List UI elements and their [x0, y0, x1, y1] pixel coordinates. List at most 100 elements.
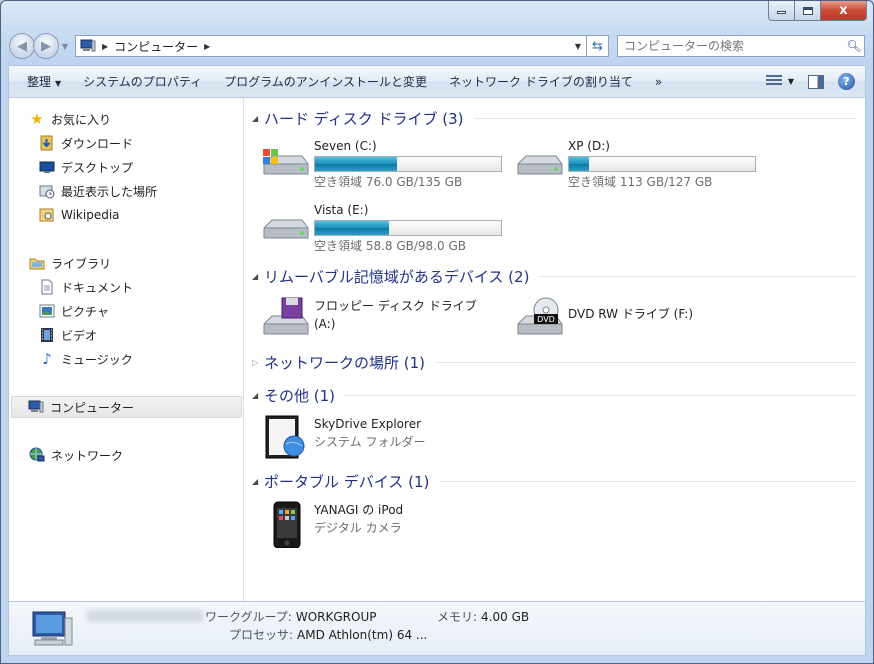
- drive-tile-e[interactable]: Vista (E:) 空き領域 58.8 GB/98.0 GB: [260, 202, 502, 254]
- drive-tile-c[interactable]: Seven (C:) 空き領域 76.0 GB/135 GB: [260, 138, 502, 190]
- view-details-icon: [765, 74, 782, 89]
- address-bar[interactable]: ▶ コンピューター ▶ ▼: [75, 35, 587, 57]
- uninstall-program-button[interactable]: プログラムのアンインストールと変更: [216, 73, 441, 90]
- drive-info: XP (D:) 空き領域 113 GB/127 GB: [568, 138, 756, 190]
- command-bar: 整理 ▼ システムのプロパティ プログラムのアンインストールと変更 ネットワーク …: [8, 65, 866, 97]
- forward-arrow-icon: ▶: [41, 38, 51, 54]
- collapse-triangle-icon: ◢: [252, 271, 259, 281]
- back-button[interactable]: ◀: [9, 33, 35, 59]
- refresh-button[interactable]: ⇆: [587, 35, 609, 57]
- dvd-drive-tile[interactable]: DVD DVD RW ドライブ (F:): [514, 296, 693, 344]
- computer-icon: [28, 399, 44, 415]
- sidebar-item-wikipedia[interactable]: Wikipedia: [39, 204, 120, 226]
- processor-label: プロセッサ:: [229, 628, 294, 642]
- sidebar-item-label: ミュージック: [61, 352, 133, 367]
- group-header-network[interactable]: ▷ ネットワークの場所 (1): [252, 352, 857, 372]
- more-commands-button[interactable]: »: [647, 75, 676, 89]
- recent-places-icon: [39, 183, 55, 199]
- group-divider: [345, 394, 857, 396]
- computer-name-redacted: [87, 610, 203, 622]
- drive-name: Seven (C:): [314, 139, 377, 153]
- minimize-icon: [777, 11, 786, 14]
- caption-buttons: x: [768, 1, 867, 21]
- sidebar-item-label: Wikipedia: [61, 208, 120, 222]
- drive-tile-d[interactable]: XP (D:) 空き領域 113 GB/127 GB: [514, 138, 756, 190]
- ipod-device-icon: [273, 501, 301, 548]
- close-button[interactable]: x: [821, 1, 867, 21]
- command-bar-right: ▼ ?: [765, 73, 865, 90]
- breadcrumb-chevron-icon[interactable]: ▶: [204, 42, 210, 51]
- desktop-icon: [39, 159, 55, 175]
- sidebar-item-recent-places[interactable]: 最近表示した場所: [39, 180, 157, 202]
- sidebar-item-music[interactable]: ♪ ミュージック: [39, 348, 133, 370]
- drive-info: Seven (C:) 空き領域 76.0 GB/135 GB: [314, 138, 502, 190]
- sidebar-item-computer[interactable]: コンピューター: [11, 396, 242, 418]
- sidebar-item-videos[interactable]: ビデオ: [39, 324, 97, 346]
- sidebar-item-desktop[interactable]: デスクトップ: [39, 156, 133, 178]
- device-name-line2: (A:): [314, 317, 336, 331]
- breadcrumb-separator-icon[interactable]: ▶: [102, 42, 108, 51]
- workgroup-row: ワークグループ: WORKGROUP: [205, 608, 376, 625]
- hard-drive-windows-icon: [263, 149, 309, 175]
- sidebar-item-label: ダウンロード: [61, 136, 134, 151]
- recent-pages-dropdown[interactable]: ▼: [59, 42, 71, 51]
- sidebar-item-label: ライブラリ: [51, 256, 112, 271]
- breadcrumb-computer[interactable]: コンピューター: [114, 38, 198, 55]
- address-dropdown-icon[interactable]: ▼: [570, 36, 586, 56]
- help-icon[interactable]: ?: [838, 73, 855, 90]
- processor-row: プロセッサ: AMD Athlon(tm) 64 ...: [229, 626, 427, 643]
- sidebar-item-label: お気に入り: [51, 112, 112, 127]
- forward-button[interactable]: ▶: [33, 33, 59, 59]
- organize-label: 整理: [27, 75, 52, 89]
- sidebar-item-documents[interactable]: ドキュメント: [39, 276, 133, 298]
- group-header-hdd[interactable]: ◢ ハード ディスク ドライブ (3): [252, 108, 857, 128]
- search-icon[interactable]: 🔍︎: [844, 39, 864, 53]
- sidebar-item-downloads[interactable]: ダウンロード: [39, 132, 133, 154]
- close-icon: x: [839, 3, 848, 18]
- downloads-folder-icon: [39, 135, 55, 151]
- floppy-drive-tile[interactable]: フロッピー ディスク ドライブ (A:): [260, 296, 477, 344]
- ipod-tile[interactable]: YANAGI の iPod デジタル カメラ: [260, 500, 403, 548]
- video-icon: [39, 327, 55, 343]
- preview-pane-icon[interactable]: [808, 74, 824, 89]
- memory-row: メモリ: 4.00 GB: [437, 608, 529, 625]
- change-view-button[interactable]: ▼: [765, 74, 794, 89]
- explorer-window: x ◀ ▶ ▼ ▶ コンピューター ▶ ▼ ⇆ 🔍︎ 整理▼ システムのプロパテ…: [0, 0, 874, 664]
- map-network-drive-button[interactable]: ネットワーク ドライブの割り当て: [441, 73, 647, 90]
- skydrive-folder-icon: [265, 415, 305, 459]
- back-arrow-icon: ◀: [17, 38, 27, 54]
- search-input[interactable]: [624, 39, 844, 53]
- drive-usage-bar: [568, 156, 756, 172]
- group-title: その他 (1): [264, 386, 336, 405]
- group-divider: [435, 361, 857, 363]
- group-header-other[interactable]: ◢ その他 (1): [252, 385, 857, 405]
- organize-button[interactable]: 整理 ▼: [19, 73, 75, 90]
- folder-type: システム フォルダー: [314, 435, 426, 449]
- system-properties-button[interactable]: システムのプロパティ: [75, 73, 216, 90]
- group-header-portable[interactable]: ◢ ポータブル デバイス (1): [252, 471, 857, 491]
- sidebar-item-network[interactable]: ネットワーク: [29, 444, 123, 466]
- sidebar-item-favorites[interactable]: ★ お気に入り: [29, 108, 111, 130]
- drive-usage-fill: [315, 221, 390, 235]
- sidebar-item-pictures[interactable]: ピクチャ: [39, 300, 109, 322]
- collapse-triangle-icon: ◢: [252, 113, 259, 123]
- wikipedia-folder-icon: [39, 207, 55, 223]
- search-box[interactable]: 🔍︎: [617, 35, 865, 57]
- minimize-button[interactable]: [768, 1, 795, 21]
- library-icon: [29, 255, 45, 271]
- chevron-down-icon: ▼: [55, 79, 62, 88]
- maximize-button[interactable]: [795, 1, 821, 21]
- drive-free-space: 空き領域 76.0 GB/135 GB: [314, 175, 463, 189]
- sidebar-item-label: ピクチャ: [61, 304, 109, 319]
- sidebar-item-label: デスクトップ: [61, 160, 134, 175]
- dvd-badge-text: DVD: [537, 315, 555, 324]
- navigation-pane: ★ お気に入り ダウンロード デスクトップ 最近表示した場所 Wikipedia…: [8, 97, 244, 603]
- group-header-removable[interactable]: ◢ リムーバブル記憶域があるデバイス (2): [252, 266, 857, 286]
- document-icon: [39, 279, 55, 295]
- device-name-line1: フロッピー ディスク ドライブ: [314, 299, 477, 313]
- skydrive-tile[interactable]: SkyDrive Explorer システム フォルダー: [260, 414, 425, 462]
- sidebar-item-libraries[interactable]: ライブラリ: [29, 252, 111, 274]
- floppy-drive-icon: [263, 297, 309, 335]
- network-globe-icon: [29, 447, 45, 463]
- memory-label: メモリ:: [437, 610, 478, 624]
